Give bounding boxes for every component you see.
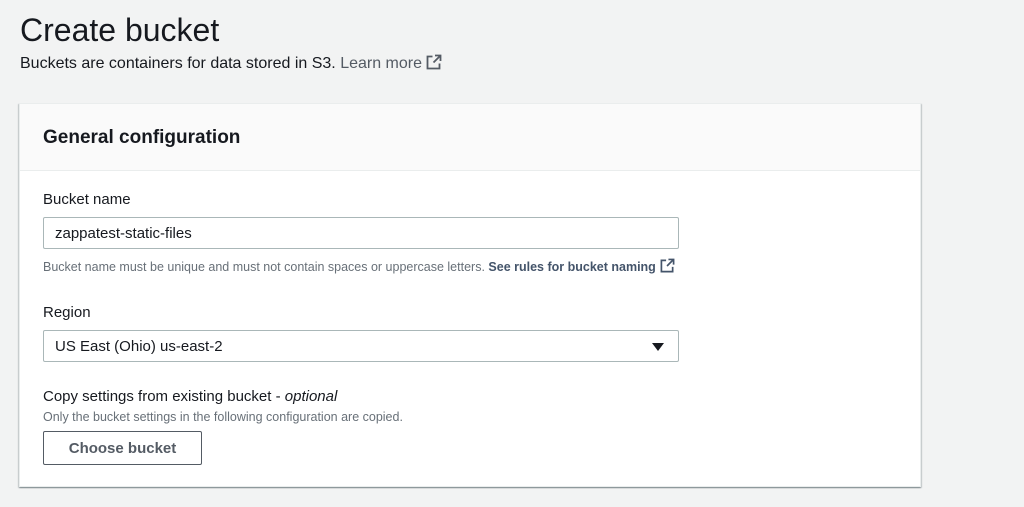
learn-more-label: Learn more	[340, 55, 423, 72]
caret-down-icon	[652, 343, 664, 351]
external-link-icon	[660, 258, 675, 277]
page-description-text: Buckets are containers for data stored i…	[20, 55, 336, 72]
bucket-name-label: Bucket name	[43, 191, 131, 208]
copy-settings-label-text: Copy settings from existing bucket -	[43, 388, 285, 405]
page-description: Buckets are containers for data stored i…	[20, 54, 442, 76]
panel-header: General configuration	[20, 104, 920, 171]
optional-tag: optional	[284, 388, 338, 405]
region-select[interactable]: US East (Ohio) us-east-2	[43, 330, 679, 362]
external-link-icon	[426, 54, 442, 76]
bucket-name-hint: Bucket name must be unique and must not …	[43, 258, 675, 277]
bucket-name-input[interactable]	[43, 217, 679, 249]
general-configuration-panel: General configuration Bucket name Bucket…	[19, 103, 921, 487]
bucket-naming-rules-link[interactable]: See rules for bucket naming	[488, 258, 675, 277]
copy-settings-label: Copy settings from existing bucket - opt…	[43, 388, 337, 406]
page-title: Create bucket	[20, 12, 220, 48]
learn-more-link[interactable]: Learn more	[340, 54, 442, 72]
bucket-naming-rules-label: See rules for bucket naming	[488, 260, 656, 274]
choose-bucket-button[interactable]: Choose bucket	[43, 431, 202, 465]
bucket-name-hint-text: Bucket name must be unique and must not …	[43, 260, 485, 274]
panel-title: General configuration	[43, 127, 241, 148]
copy-settings-description: Only the bucket settings in the followin…	[43, 410, 403, 424]
region-selected-value: US East (Ohio) us-east-2	[55, 338, 223, 355]
region-label: Region	[43, 304, 91, 321]
